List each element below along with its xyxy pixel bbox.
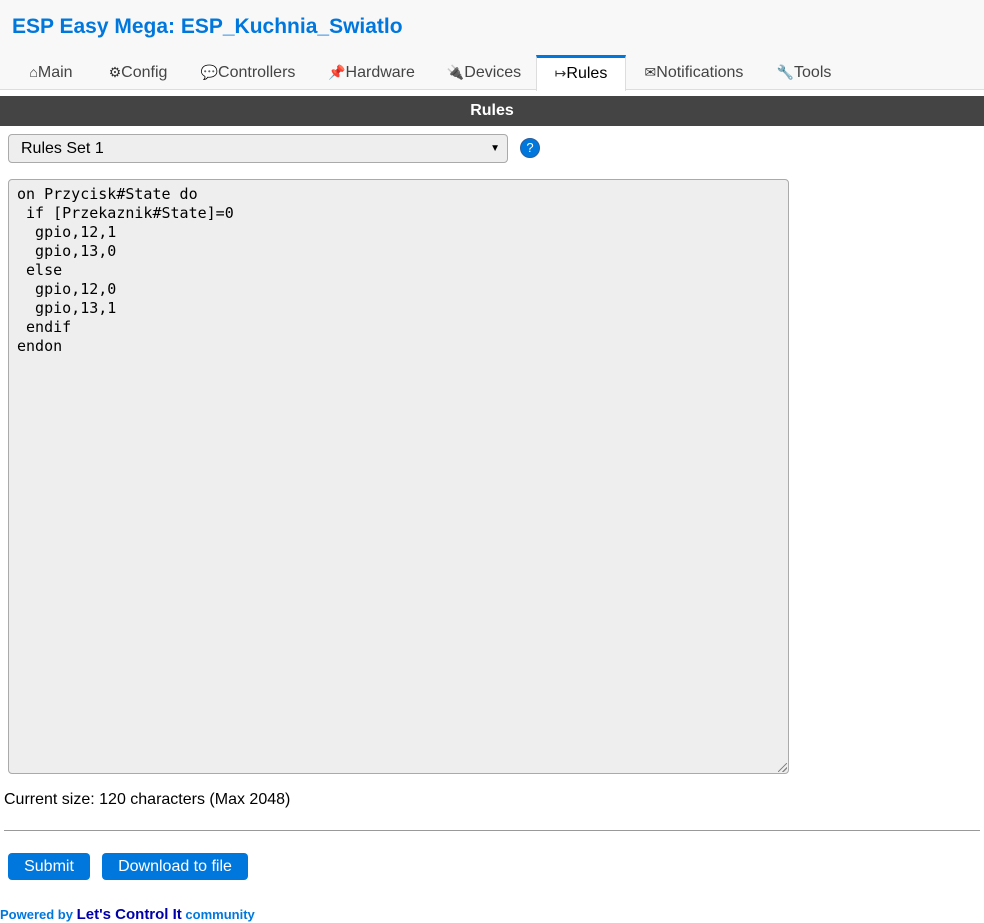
- tab-notifications[interactable]: ✉Notifications: [632, 56, 756, 90]
- help-icon[interactable]: ?: [520, 138, 540, 158]
- tab-main[interactable]: ⌂Main: [14, 56, 88, 90]
- header: ESP Easy Mega: ESP_Kuchnia_Swiatlo ⌂Main…: [0, 0, 984, 91]
- footer-suffix: community: [181, 907, 255, 922]
- rules-set-selected-value: Rules Set 1: [21, 140, 104, 157]
- tab-label: Controllers: [218, 64, 296, 81]
- tab-label: Notifications: [656, 64, 744, 81]
- tab-devices[interactable]: 🔌Devices: [435, 56, 533, 90]
- pin-icon: 📌: [328, 64, 346, 80]
- rules-editor-content: on Przycisk#State do if [Przekaznik#Stat…: [17, 185, 234, 355]
- footer-prefix: Powered by: [0, 907, 77, 922]
- tab-config[interactable]: ⚙Config: [94, 56, 182, 90]
- rules-arrow-icon: ↦: [554, 65, 567, 81]
- tab-label: Rules: [566, 65, 608, 82]
- tab-label: Main: [37, 64, 73, 81]
- home-icon: ⌂: [29, 64, 38, 80]
- tab-rules[interactable]: ↦Rules: [536, 55, 626, 91]
- tab-label: Devices: [464, 64, 522, 81]
- submit-button[interactable]: Submit: [8, 853, 90, 880]
- wrench-icon: 🔧: [776, 64, 795, 80]
- tab-hardware[interactable]: 📌Hardware: [314, 56, 429, 90]
- envelope-icon: ✉: [644, 64, 657, 80]
- lets-control-it-link[interactable]: Let's Control It: [77, 906, 182, 923]
- rules-editor[interactable]: on Przycisk#State do if [Przekaznik#Stat…: [8, 179, 789, 774]
- rules-set-select[interactable]: Rules Set 1 ▼: [8, 134, 508, 163]
- resize-grip-icon[interactable]: [778, 763, 787, 772]
- tab-label: Tools: [794, 64, 832, 81]
- tab-controllers[interactable]: 💬Controllers: [188, 56, 308, 90]
- tab-label: Config: [121, 64, 168, 81]
- tab-tools[interactable]: 🔧Tools: [762, 56, 846, 90]
- tab-label: Hardware: [345, 64, 415, 81]
- divider: [4, 830, 980, 831]
- plug-icon: 🔌: [446, 64, 465, 80]
- rules-size-info: Current size: 120 characters (Max 2048): [4, 791, 291, 808]
- download-to-file-button[interactable]: Download to file: [102, 853, 248, 880]
- section-title: Rules: [0, 96, 984, 126]
- footer: Powered by Let's Control It community: [0, 906, 255, 923]
- speech-bubble-icon: 💬: [200, 64, 219, 80]
- page-title: ESP Easy Mega: ESP_Kuchnia_Swiatlo: [12, 15, 403, 38]
- dropdown-arrow-icon: ▼: [490, 143, 500, 154]
- gear-icon: ⚙: [108, 64, 122, 80]
